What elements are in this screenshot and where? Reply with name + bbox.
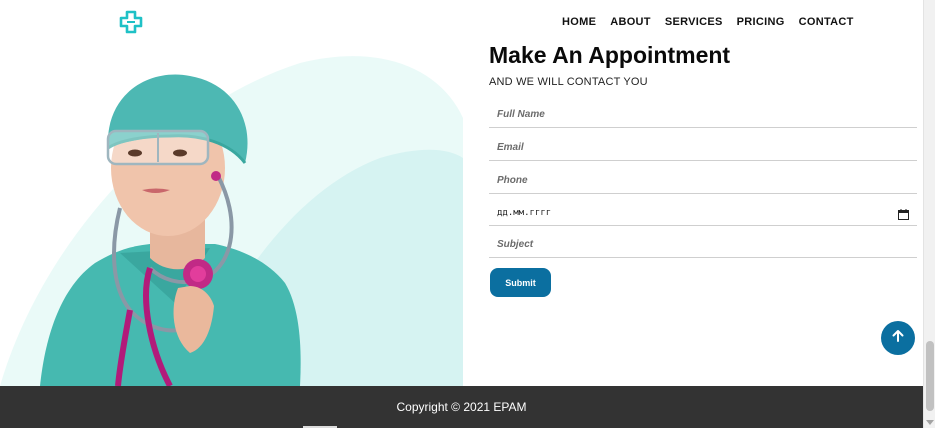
date-input-value: дд.мм.гггг [497,207,552,218]
doctor-hero-image [0,48,463,386]
nav-about[interactable]: ABOUT [610,16,651,28]
email-input[interactable] [489,135,917,161]
nav-pricing[interactable]: PRICING [737,16,785,28]
date-input[interactable]: дд.мм.гггг [489,200,917,226]
copyright-text: Copyright © 2021 EPAM [396,400,527,414]
scroll-down-arrow-icon[interactable] [926,420,934,425]
scroll-to-top-button[interactable] [881,321,915,355]
vertical-scrollbar[interactable] [923,0,935,428]
nav-services[interactable]: SERVICES [665,16,723,28]
calendar-icon[interactable] [898,207,909,220]
arrow-up-icon [891,329,905,348]
full-name-input[interactable] [489,102,917,128]
footer: Copyright © 2021 EPAM [0,386,923,428]
submit-button[interactable]: Submit [490,268,551,297]
logo-icon[interactable] [118,9,144,35]
nav-home[interactable]: HOME [562,16,596,28]
scrollbar-thumb[interactable] [926,341,934,411]
nav-contact[interactable]: CONTACT [799,16,854,28]
appointment-title: Make An Appointment [489,42,731,68]
main-nav: HOME ABOUT SERVICES PRICING CONTACT [562,16,854,28]
subject-input[interactable] [489,232,917,258]
appointment-subtitle: AND WE WILL CONTACT YOU [489,76,648,88]
phone-input[interactable] [489,168,917,194]
